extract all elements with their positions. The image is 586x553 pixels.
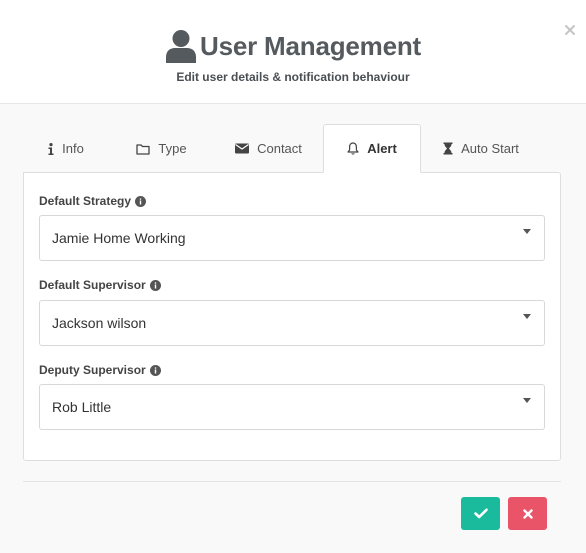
tab-info[interactable]: Info	[23, 124, 109, 173]
default-strategy-select[interactable]: Jamie Home Working	[39, 215, 545, 261]
bell-icon	[347, 142, 359, 155]
check-icon	[473, 508, 488, 519]
tab-auto-start-label: Auto Start	[461, 141, 519, 156]
deputy-supervisor-value: Rob Little	[52, 399, 112, 415]
alert-settings-panel: Default Strategy Jamie Home Working Defa…	[23, 172, 561, 461]
info-circle-icon[interactable]	[149, 279, 161, 291]
default-supervisor-label-text: Default Supervisor	[39, 278, 146, 292]
deputy-supervisor-label-text: Deputy Supervisor	[39, 363, 146, 377]
tab-auto-start[interactable]: Auto Start	[421, 124, 541, 173]
caret-down-icon	[523, 314, 531, 319]
confirm-button[interactable]	[461, 497, 500, 530]
info-circle-icon[interactable]	[149, 364, 161, 376]
user-management-modal: User Management Edit user details & noti…	[0, 0, 586, 553]
caret-down-icon	[523, 398, 531, 403]
info-icon	[48, 142, 54, 155]
tab-type-label: Type	[158, 141, 187, 156]
tab-alert-label: Alert	[367, 141, 397, 156]
deputy-supervisor-select[interactable]: Rob Little	[39, 384, 545, 430]
default-supervisor-value: Jackson wilson	[52, 315, 147, 331]
default-strategy-value: Jamie Home Working	[52, 230, 186, 246]
tab-type[interactable]: Type	[109, 124, 214, 173]
modal-header: User Management Edit user details & noti…	[0, 0, 586, 104]
default-supervisor-label: Default Supervisor	[39, 278, 161, 292]
caret-down-icon	[523, 229, 531, 234]
page-title: User Management	[200, 30, 421, 61]
tab-contact[interactable]: Contact	[214, 124, 323, 173]
deputy-supervisor-label: Deputy Supervisor	[39, 363, 161, 377]
tab-alert[interactable]: Alert	[323, 124, 421, 173]
tab-contact-label: Contact	[257, 141, 302, 156]
default-supervisor-select[interactable]: Jackson wilson	[39, 300, 545, 346]
footer-divider	[23, 481, 561, 482]
close-icon	[522, 508, 533, 519]
page-subtitle: Edit user details & notification behavio…	[176, 70, 410, 84]
title-row: User Management	[0, 26, 586, 66]
default-strategy-label-text: Default Strategy	[39, 194, 132, 208]
tab-bar: Info Type Contact Alert Auto Start	[23, 124, 561, 173]
cancel-button[interactable]	[508, 497, 547, 530]
envelope-icon	[235, 143, 250, 154]
user-icon	[166, 30, 197, 63]
hourglass-icon	[443, 142, 453, 155]
tab-info-label: Info	[62, 141, 84, 156]
folder-icon	[136, 143, 151, 155]
info-circle-icon[interactable]	[135, 195, 147, 207]
default-strategy-label: Default Strategy	[39, 194, 147, 208]
